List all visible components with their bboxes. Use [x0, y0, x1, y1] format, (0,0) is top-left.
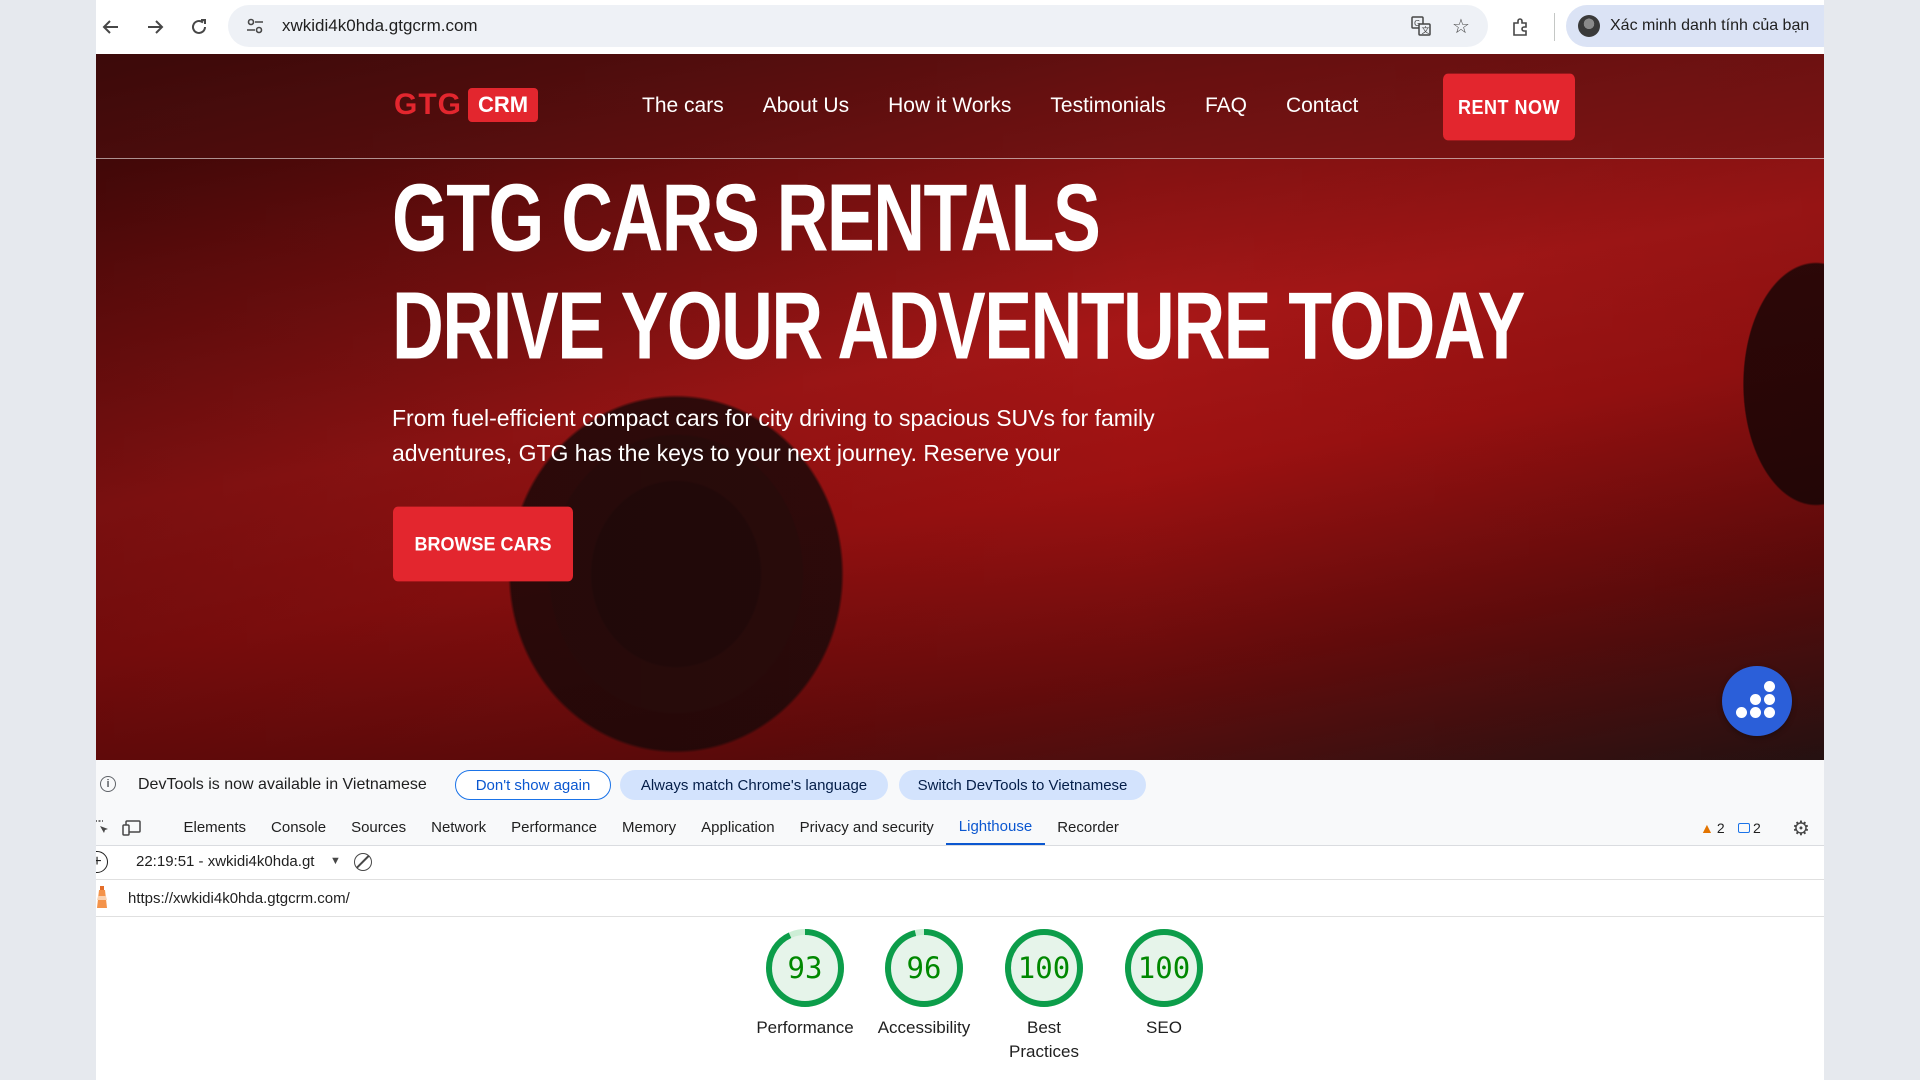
tab-performance[interactable]: Performance [499, 810, 610, 845]
devtools-language-infobar: i DevTools is now available in Vietnames… [96, 760, 1824, 811]
gauge-accessibility[interactable]: 96 Accessibility [864, 928, 984, 1040]
hero-title-line-2: DRIVE YOUR ADVENTURE TODAY [392, 273, 1525, 380]
back-icon[interactable] [96, 12, 126, 42]
browser-toolbar: xwkidi4k0hda.gtgcrm.com G文 ☆ Xác minh da… [96, 0, 1824, 54]
logo-badge: CRM [468, 88, 539, 122]
warnings-badge[interactable]: ▲ 2 [1700, 820, 1725, 836]
gauge-best-practices[interactable]: 100 Best Practices [984, 928, 1104, 1064]
chevron-down-icon[interactable]: ▼ [330, 855, 341, 867]
forward-icon[interactable] [140, 12, 170, 42]
browser-window: xwkidi4k0hda.gtgcrm.com G文 ☆ Xác minh da… [96, 0, 1824, 1080]
lighthouse-icon [97, 886, 107, 908]
devtools-tabbar: Elements Console Sources Network Perform… [96, 810, 1824, 846]
bookmark-star-icon[interactable]: ☆ [1450, 15, 1472, 38]
score-value: 100 [1137, 951, 1191, 985]
address-bar[interactable]: xwkidi4k0hda.gtgcrm.com G文 ☆ [228, 5, 1488, 47]
toolbar-separator [1554, 13, 1555, 41]
tab-memory[interactable]: Memory [610, 810, 689, 845]
warnings-count: 2 [1716, 820, 1725, 836]
tab-console[interactable]: Console [259, 810, 339, 845]
score-label: Best Practices [1009, 1018, 1079, 1061]
extensions-icon[interactable] [1506, 12, 1536, 42]
messages-count: 2 [1753, 820, 1761, 836]
warning-icon: ▲ [1700, 820, 1714, 836]
devtools-panel: i DevTools is now available in Vietnames… [96, 760, 1824, 1080]
reload-icon[interactable] [184, 12, 214, 42]
nav-link-the-cars[interactable]: The cars [642, 94, 724, 118]
tab-privacy-and-security[interactable]: Privacy and security [787, 810, 946, 845]
score-label: Performance [756, 1018, 854, 1037]
profile-chip[interactable]: Xác minh danh tính của bạn [1566, 5, 1824, 47]
score-value: 96 [906, 951, 942, 985]
always-match-language-button[interactable]: Always match Chrome's language [620, 770, 888, 800]
lighthouse-url-bar: https://xwkidi4k0hda.gtgcrm.com/ [96, 880, 1824, 917]
rent-now-button[interactable]: RENT NOW [1443, 73, 1575, 141]
gear-icon[interactable]: ⚙ [1789, 816, 1813, 840]
translate-icon[interactable]: G文 [1410, 15, 1432, 37]
tab-elements[interactable]: Elements [171, 810, 259, 845]
nav-link-contact[interactable]: Contact [1286, 94, 1358, 118]
message-icon [1738, 823, 1750, 833]
devtools-tabs: Elements Console Sources Network Perform… [171, 810, 1131, 845]
report-url[interactable]: https://xwkidi4k0hda.gtgcrm.com/ [128, 890, 350, 907]
nav-links: The cars About Us How it Works Testimoni… [642, 94, 1358, 118]
dont-show-again-button[interactable]: Don't show again [455, 770, 611, 800]
gauge-seo[interactable]: 100 SEO [1104, 928, 1224, 1040]
switch-to-vietnamese-button[interactable]: Switch DevTools to Vietnamese [899, 770, 1146, 800]
logo-text: GTG [394, 88, 462, 121]
device-toolbar-icon[interactable] [122, 818, 142, 838]
avatar [1578, 15, 1600, 37]
messages-badge[interactable]: 2 [1738, 820, 1761, 836]
tab-sources[interactable]: Sources [339, 810, 419, 845]
nav-link-about-us[interactable]: About Us [763, 94, 849, 118]
profile-label: Xác minh danh tính của bạn [1610, 17, 1810, 34]
tab-application[interactable]: Application [689, 810, 787, 845]
website-hero: GTG CRM The cars About Us How it Works T… [96, 54, 1824, 760]
nav-link-how-it-works[interactable]: How it Works [888, 94, 1011, 118]
clear-reports-icon[interactable] [354, 853, 372, 871]
score-label: Accessibility [877, 1018, 971, 1037]
chat-widget-button[interactable] [1722, 666, 1792, 736]
score-value: 100 [1017, 951, 1071, 985]
tab-recorder[interactable]: Recorder [1045, 810, 1132, 845]
tab-lighthouse[interactable]: Lighthouse [946, 810, 1045, 845]
score-label: SEO [1146, 1018, 1182, 1037]
url-text[interactable]: xwkidi4k0hda.gtgcrm.com [282, 16, 478, 36]
report-selector[interactable]: 22:19:51 - xwkidi4k0hda.gt [136, 853, 314, 870]
gauge-performance[interactable]: 93 Performance [745, 928, 865, 1040]
inspect-element-icon[interactable] [96, 818, 112, 838]
infobar-message: DevTools is now available in Vietnamese [138, 776, 427, 793]
hero-title-line-1: GTG CARS RENTALS [392, 165, 1101, 272]
svg-text:G: G [1414, 19, 1420, 28]
browse-cars-button[interactable]: BROWSE CARS [393, 506, 573, 582]
lighthouse-report-bar: + 22:19:51 - xwkidi4k0hda.gt ▼ [96, 845, 1824, 880]
site-navbar: GTG CRM The cars About Us How it Works T… [96, 54, 1824, 159]
new-report-icon[interactable]: + [96, 851, 108, 873]
site-settings-icon[interactable] [244, 15, 266, 37]
nav-link-faq[interactable]: FAQ [1205, 94, 1247, 118]
site-logo[interactable]: GTG CRM [394, 88, 539, 122]
hero-subtitle: From fuel-efficient compact cars for cit… [392, 405, 1155, 466]
hero-title: GTG CARS RENTALS DRIVE YOUR ADVENTURE TO… [392, 164, 1525, 380]
lighthouse-score-gauges: 93 Performance 96 Accessibility 100 Best… [96, 916, 1824, 1080]
tab-network[interactable]: Network [419, 810, 499, 845]
nav-link-testimonials[interactable]: Testimonials [1050, 94, 1166, 118]
info-icon: i [100, 776, 116, 792]
svg-text:文: 文 [1422, 25, 1430, 35]
score-value: 93 [787, 951, 823, 985]
